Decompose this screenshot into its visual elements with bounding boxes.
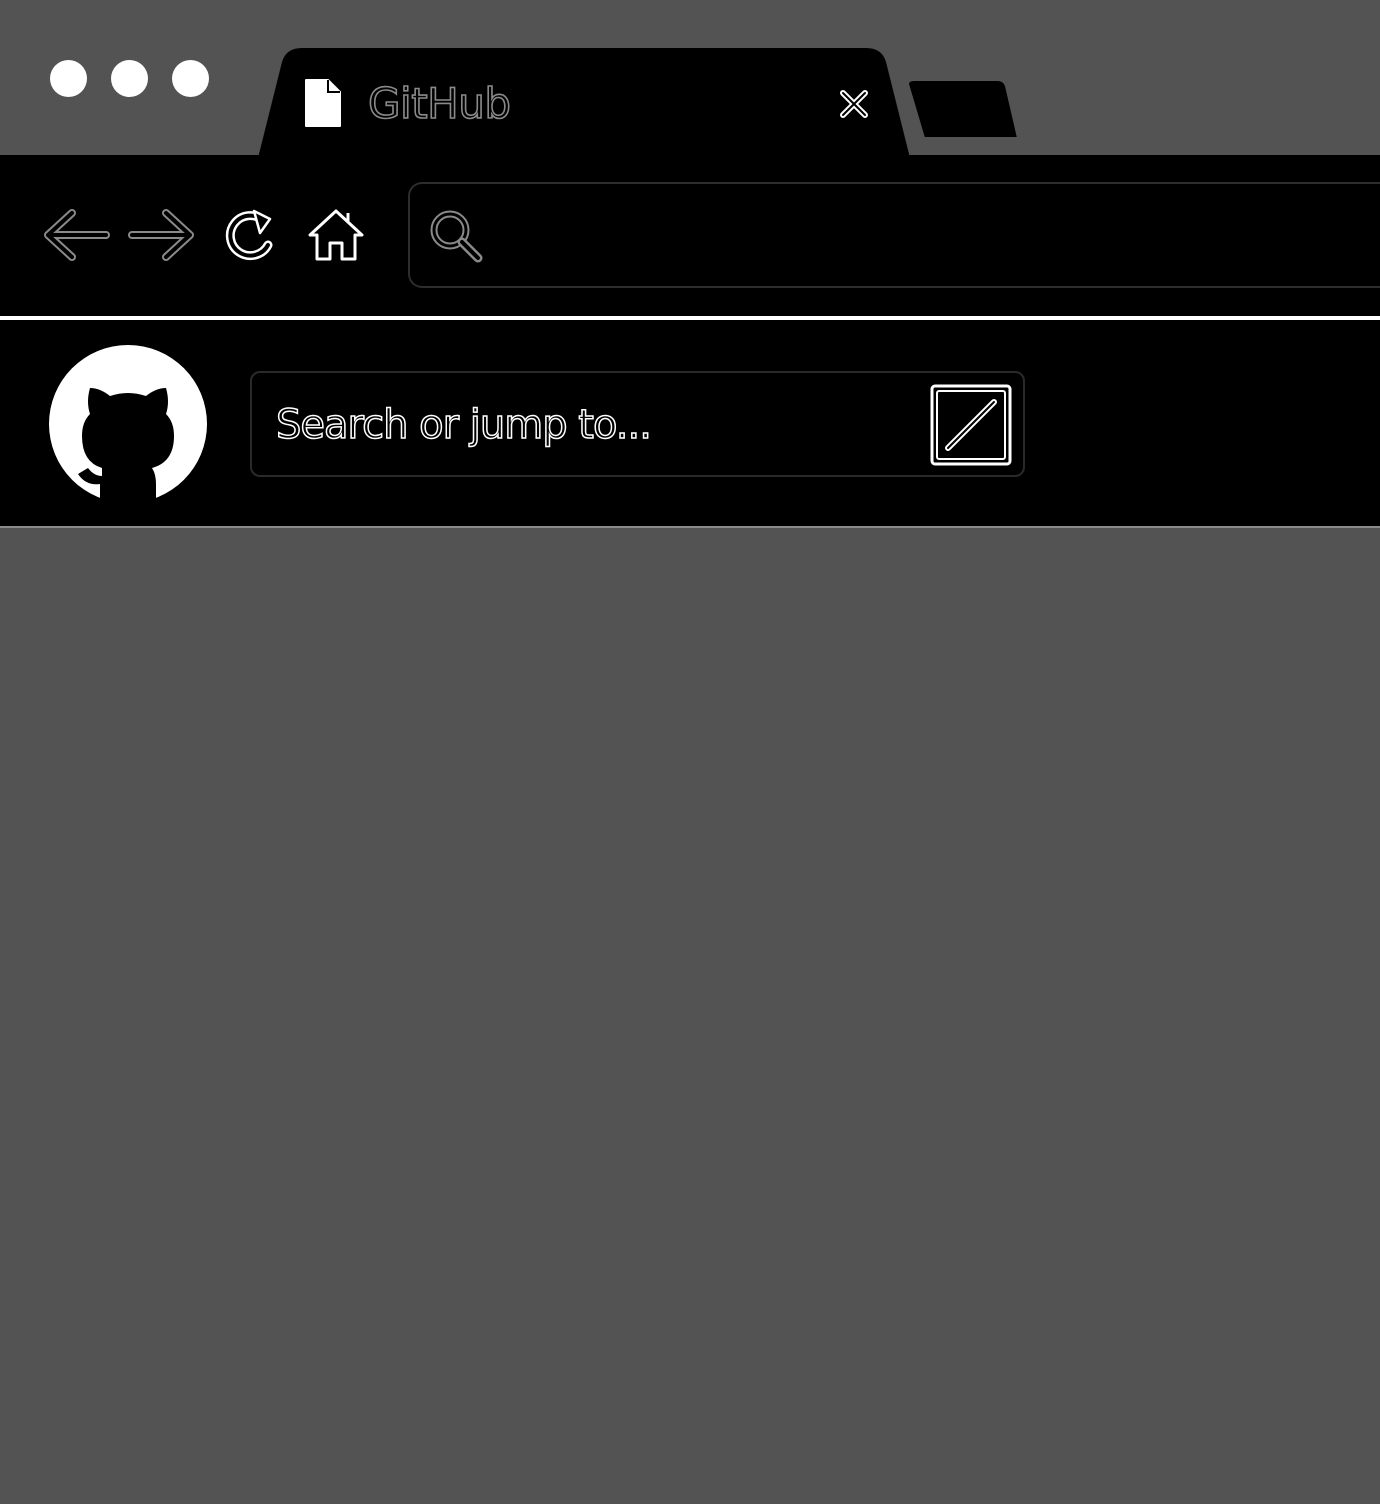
page-icon — [305, 79, 341, 127]
github-logo-icon[interactable] — [48, 344, 208, 504]
tab-shape — [258, 48, 910, 158]
github-header: Search or jump to... — [0, 320, 1380, 528]
slash-key-icon — [930, 384, 1012, 466]
back-arrow-icon[interactable] — [42, 205, 110, 265]
search-icon — [430, 210, 483, 263]
window-controls — [50, 60, 209, 97]
new-tab-button[interactable] — [906, 78, 1022, 142]
window-dot-icon[interactable] — [50, 60, 87, 97]
tab-github[interactable]: GitHub — [258, 48, 910, 158]
reload-icon[interactable] — [220, 205, 280, 265]
window-dot-icon[interactable] — [172, 60, 209, 97]
tab-title: GitHub — [367, 78, 512, 129]
forward-arrow-icon[interactable] — [128, 205, 198, 265]
browser-toolbar — [0, 155, 1380, 317]
search-placeholder: Search or jump to... — [275, 401, 652, 449]
github-search-input[interactable]: Search or jump to... — [250, 371, 1025, 477]
close-icon[interactable] — [838, 88, 870, 120]
address-bar[interactable] — [408, 182, 1380, 288]
browser-window: GitHub Search or jump to... — [0, 0, 1380, 1504]
window-dot-icon[interactable] — [111, 60, 148, 97]
home-icon[interactable] — [306, 205, 366, 265]
